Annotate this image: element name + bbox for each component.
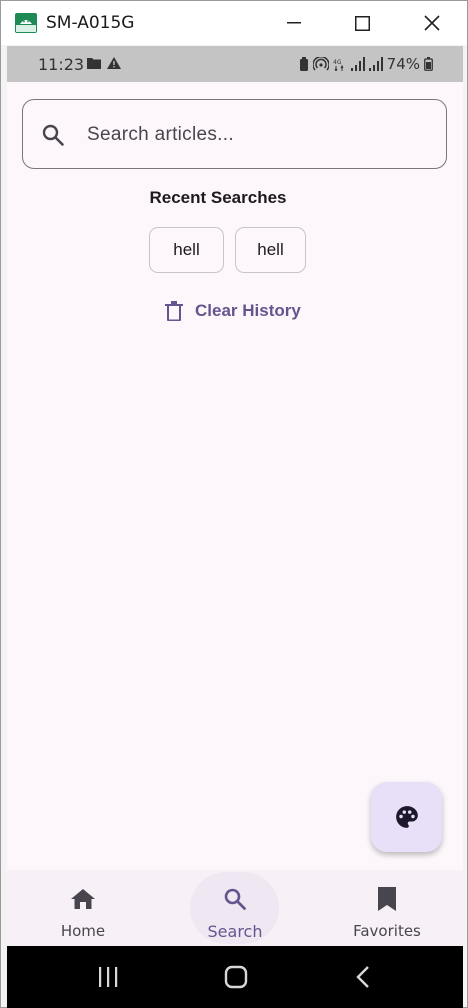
bottom-navigation: Home Search Favorites [7,870,463,946]
lock-battery-icon [299,57,308,71]
window-title: SM-A015G [46,13,135,33]
status-time: 11:23 [38,55,85,74]
system-navigation-bar [7,946,463,1008]
warning-icon [107,57,121,69]
battery-icon [424,57,433,71]
maximize-button[interactable] [339,1,385,45]
minimize-icon [287,22,301,24]
hotspot-icon [312,57,329,71]
home-system-button[interactable] [223,964,249,990]
signal-icon [350,57,365,71]
nav-label: Home [60,922,106,940]
folder-icon [87,58,101,69]
svg-text:4G: 4G [333,59,342,66]
nav-item-search[interactable]: Search [159,870,311,946]
search-icon [224,888,246,910]
nav-item-favorites[interactable]: Favorites [311,870,463,946]
search-input[interactable] [87,118,427,152]
nav-label: Favorites [353,922,421,940]
palette-icon [395,806,418,828]
bookmark-icon [378,887,396,911]
nav-label: Search [207,922,263,941]
status-bar: 11:23 4G 74% [7,46,463,82]
maximize-icon [354,15,370,31]
recent-searches-heading: Recent Searches [149,188,287,207]
recents-icon [99,967,118,987]
close-button[interactable] [409,1,455,45]
back-chevron-icon [356,966,369,988]
android-app-icon [15,13,37,33]
minimize-button[interactable] [271,1,317,45]
nav-item-home[interactable]: Home [7,870,159,946]
chip-label: hell [173,240,200,259]
clear-history-button[interactable]: Clear History [165,298,301,324]
signal-icon-2 [368,57,383,71]
recent-search-chip[interactable]: hell [149,227,224,273]
chip-label: hell [257,240,284,259]
clear-history-label: Clear History [195,301,301,320]
trash-icon [165,301,183,321]
home-circle-icon [224,965,248,989]
title-bar: SM-A015G [1,1,467,45]
close-icon [424,15,440,31]
recent-search-chip[interactable]: hell [235,227,306,273]
search-field[interactable] [22,99,447,169]
phone-screen: 11:23 4G 74% Recent Searches [7,46,463,1008]
home-icon [71,889,95,909]
search-icon [42,124,64,146]
back-button[interactable] [353,964,373,990]
theme-fab-button[interactable] [371,782,442,852]
battery-percent: 74% [386,55,420,73]
4g-icon: 4G [333,59,344,71]
recents-button[interactable] [95,964,121,990]
emulator-window: SM-A015G 11:23 4G 74% Search articles...… [0,0,468,1008]
